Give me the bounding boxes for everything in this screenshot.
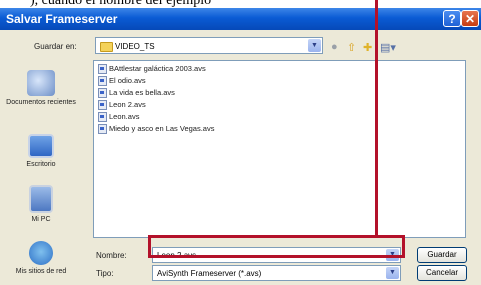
help-icon: ? — [448, 12, 456, 26]
title-bar: Salvar Frameserver ? ✕ — [0, 8, 481, 30]
recent-documents-icon — [27, 70, 55, 96]
file-list: BAttlestar galáctica 2003.avs El odio.av… — [93, 60, 466, 238]
avs-file-icon — [98, 124, 107, 135]
place-label: Documentos recientes — [6, 99, 76, 106]
filename-label: Nombre: — [96, 251, 127, 260]
places-bar: Documentos recientes Escritorio Mi PC Mi… — [5, 60, 77, 285]
file-item[interactable]: Miedo y asco en Las Vegas.avs — [98, 124, 214, 135]
save-in-value: VIDEO_TS — [115, 42, 155, 51]
filetype-select[interactable]: AviSynth Frameserver (*.avs) ▼ — [152, 265, 401, 281]
place-network[interactable]: Mis sitios de red — [5, 241, 77, 276]
filetype-label: Tipo: — [96, 269, 114, 278]
place-label: Mis sitios de red — [15, 268, 67, 275]
avs-file-icon — [98, 88, 107, 99]
avs-file-icon — [98, 76, 107, 87]
file-item[interactable]: La vida es bella.avs — [98, 88, 175, 99]
file-name: Leon 2.avs — [109, 100, 146, 109]
window-title: Salvar Frameserver — [6, 12, 118, 26]
folder-icon — [100, 42, 113, 52]
close-button[interactable]: ✕ — [461, 10, 479, 27]
chevron-down-icon: ▼ — [308, 39, 321, 52]
back-icon[interactable]: ● — [331, 41, 338, 53]
file-name: Leon.avs — [109, 112, 140, 121]
desktop-icon — [28, 134, 54, 158]
chevron-down-icon: ▼ — [386, 267, 399, 279]
avs-file-icon — [98, 100, 107, 111]
save-in-select[interactable]: VIDEO_TS ▼ — [95, 37, 323, 54]
view-menu-icon[interactable]: ▤▾ — [380, 41, 396, 54]
file-name: Miedo y asco en Las Vegas.avs — [109, 124, 215, 133]
new-folder-icon[interactable]: ✚ — [363, 41, 372, 54]
file-item[interactable]: Leon.avs — [98, 112, 139, 123]
avs-file-icon — [98, 112, 107, 123]
filetype-value: AviSynth Frameserver (*.avs) — [157, 269, 262, 278]
up-folder-icon[interactable]: ⇧ — [347, 41, 356, 54]
place-desktop[interactable]: Escritorio — [5, 134, 77, 169]
my-computer-icon — [29, 185, 53, 213]
save-button[interactable]: Guardar — [417, 247, 467, 263]
file-item[interactable]: BAttlestar galáctica 2003.avs — [98, 64, 206, 75]
help-button[interactable]: ? — [443, 10, 461, 27]
cancel-button[interactable]: Cancelar — [417, 265, 467, 281]
close-icon: ✕ — [464, 12, 476, 26]
file-name: El odio.avs — [109, 76, 146, 85]
file-item[interactable]: Leon 2.avs — [98, 100, 146, 111]
place-my-computer[interactable]: Mi PC — [5, 185, 77, 224]
place-label: Escritorio — [26, 161, 56, 168]
callout-highlight-box — [148, 235, 405, 258]
save-in-label: Guardar en: — [34, 42, 77, 51]
callout-line — [375, 0, 378, 238]
file-name: BAttlestar galáctica 2003.avs — [109, 64, 206, 73]
avs-file-icon — [98, 64, 107, 75]
file-item[interactable]: El odio.avs — [98, 76, 146, 87]
file-name: La vida es bella.avs — [109, 88, 175, 97]
place-recent-documents[interactable]: Documentos recientes — [5, 70, 77, 107]
network-places-icon — [29, 241, 53, 265]
place-label: Mi PC — [31, 216, 51, 223]
